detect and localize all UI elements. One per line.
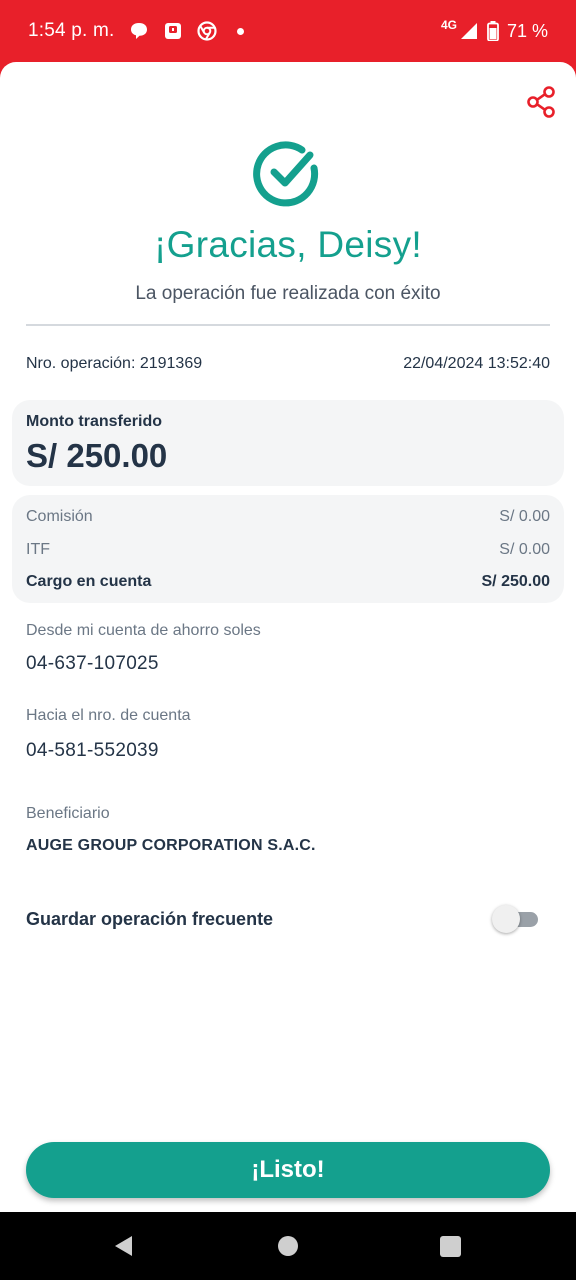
done-button[interactable]: ¡Listo! xyxy=(26,1142,550,1198)
fee-row-total: Cargo en cuenta S/ 250.00 xyxy=(26,573,550,591)
chat-bubble-icon xyxy=(130,23,147,39)
receipt-card: ¡Gracias, Deisy! La operación fue realiz… xyxy=(0,62,576,1212)
status-right: 4G 71 % xyxy=(440,18,548,42)
page-title: ¡Gracias, Deisy! xyxy=(154,224,422,265)
toggle-thumb xyxy=(492,905,520,933)
fee-row-itf: ITF S/ 0.00 xyxy=(26,541,550,559)
frequent-operation-row: Guardar operación frecuente xyxy=(26,904,538,934)
amount-value: S/ 250.00 xyxy=(26,437,168,474)
frequent-operation-toggle[interactable] xyxy=(492,904,538,934)
fee-value: S/ 0.00 xyxy=(499,508,550,525)
fee-value: S/ 250.00 xyxy=(481,573,551,590)
status-time: 1:54 p. m. xyxy=(28,20,115,41)
beneficiary-value: AUGE GROUP CORPORATION S.A.C. xyxy=(26,837,316,854)
status-left: 1:54 p. m. xyxy=(28,20,244,42)
status-bar: 1:54 p. m. 4G 71 % xyxy=(0,0,576,62)
fee-label: Cargo en cuenta xyxy=(26,573,152,590)
page-subtitle: La operación fue realizada con éxito xyxy=(135,283,441,304)
share-icon[interactable] xyxy=(526,86,556,118)
divider xyxy=(26,324,550,326)
fee-row-commission: Comisión S/ 0.00 xyxy=(26,508,550,526)
frequent-operation-label: Guardar operación frecuente xyxy=(26,908,274,929)
app-notification-icon xyxy=(164,23,181,39)
chrome-icon xyxy=(196,21,217,41)
to-account-label: Hacia el nro. de cuenta xyxy=(26,707,191,724)
operation-number: Nro. operación: 2191369 xyxy=(26,355,203,372)
fee-label: Comisión xyxy=(26,508,93,525)
fee-label: ITF xyxy=(26,541,50,558)
check-circle-icon xyxy=(253,141,319,207)
fees-panel: Comisión S/ 0.00 ITF S/ 0.00 Cargo en cu… xyxy=(12,495,564,603)
amount-panel: Monto transferido S/ 250.00 xyxy=(12,400,564,486)
signal-icon xyxy=(460,23,477,39)
navigation-bar xyxy=(0,1212,576,1280)
back-icon[interactable] xyxy=(112,1234,136,1258)
operation-datetime: 22/04/2024 13:52:40 xyxy=(403,355,550,372)
fee-value: S/ 0.00 xyxy=(499,541,550,558)
to-account-value: 04-581-552039 xyxy=(26,740,159,761)
amount-label: Monto transferido xyxy=(26,413,162,430)
operation-row: Nro. operación: 2191369 22/04/2024 13:52… xyxy=(26,355,550,373)
beneficiary-label: Beneficiario xyxy=(26,805,110,822)
more-dot-icon xyxy=(236,27,244,35)
battery-icon xyxy=(487,21,499,41)
from-account-label: Desde mi cuenta de ahorro soles xyxy=(26,622,261,639)
home-icon[interactable] xyxy=(278,1236,298,1256)
from-account-value: 04-637-107025 xyxy=(26,653,159,674)
battery-percent: 71 % xyxy=(506,20,548,41)
recents-icon[interactable] xyxy=(440,1236,461,1257)
network-type: 4G xyxy=(440,18,457,32)
